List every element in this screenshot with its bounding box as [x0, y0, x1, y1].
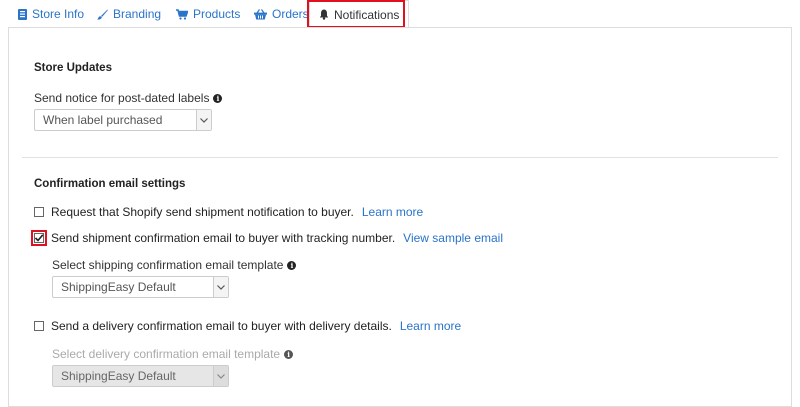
info-icon: i — [213, 93, 223, 103]
post-dated-notice-label: Send notice for post-dated labels i — [34, 91, 223, 105]
tab-branding-label: Branding — [113, 7, 162, 21]
tab-store-info-label: Store Info — [32, 7, 85, 21]
chevron-down-icon — [196, 110, 211, 130]
shipment-template-text: Select shipping confirmation email templ… — [52, 258, 284, 272]
shipment-template-label: Select shipping confirmation email templ… — [52, 258, 297, 272]
shopify-notification-row: Request that Shopify send shipment notif… — [51, 205, 423, 219]
shopify-learn-more-link[interactable]: Learn more — [362, 205, 423, 219]
delivery-template-label: Select delivery confirmation email templ… — [52, 347, 294, 361]
notifications-tab-highlight — [307, 0, 405, 28]
post-dated-notice-value: When label purchased — [43, 113, 163, 127]
cart-icon — [176, 8, 188, 20]
delivery-template-select: ShippingEasy Default — [52, 365, 229, 387]
shipment-confirmation-row: Send shipment confirmation email to buye… — [51, 231, 503, 245]
view-sample-email-link[interactable]: View sample email — [403, 231, 503, 245]
store-info-icon — [18, 8, 27, 20]
post-dated-notice-text: Send notice for post-dated labels — [34, 91, 210, 105]
store-updates-heading: Store Updates — [34, 62, 112, 74]
brush-icon — [97, 9, 108, 20]
info-icon: i — [284, 349, 294, 359]
checkmark-icon — [34, 234, 44, 242]
basket-icon — [254, 8, 267, 19]
shipment-confirmation-checkbox[interactable] — [34, 233, 44, 243]
delivery-confirmation-label: Send a delivery confirmation email to bu… — [51, 319, 392, 333]
tab-orders[interactable]: Orders — [254, 0, 309, 28]
tab-branding[interactable]: Branding — [97, 0, 161, 28]
shipment-template-value: ShippingEasy Default — [61, 280, 176, 294]
tab-products[interactable]: Products — [176, 0, 240, 28]
section-divider — [22, 157, 778, 158]
shopify-notification-checkbox[interactable] — [34, 207, 44, 217]
delivery-template-value: ShippingEasy Default — [61, 369, 176, 383]
delivery-template-text: Select delivery confirmation email templ… — [52, 347, 281, 361]
confirmation-settings-heading: Confirmation email settings — [34, 178, 186, 190]
shipment-template-select[interactable]: ShippingEasy Default — [52, 276, 229, 298]
post-dated-notice-select[interactable]: When label purchased — [34, 109, 212, 131]
chevron-down-icon — [213, 366, 228, 386]
info-icon: i — [287, 260, 297, 270]
delivery-confirmation-row: Send a delivery confirmation email to bu… — [51, 319, 461, 333]
chevron-down-icon — [213, 277, 228, 297]
tab-orders-label: Orders — [272, 7, 309, 21]
delivery-learn-more-link[interactable]: Learn more — [400, 319, 461, 333]
shopify-notification-label: Request that Shopify send shipment notif… — [51, 205, 354, 219]
tab-store-info[interactable]: Store Info — [18, 0, 84, 28]
tab-products-label: Products — [193, 7, 241, 21]
delivery-confirmation-checkbox[interactable] — [34, 321, 44, 331]
shipment-confirmation-label: Send shipment confirmation email to buye… — [51, 231, 396, 245]
